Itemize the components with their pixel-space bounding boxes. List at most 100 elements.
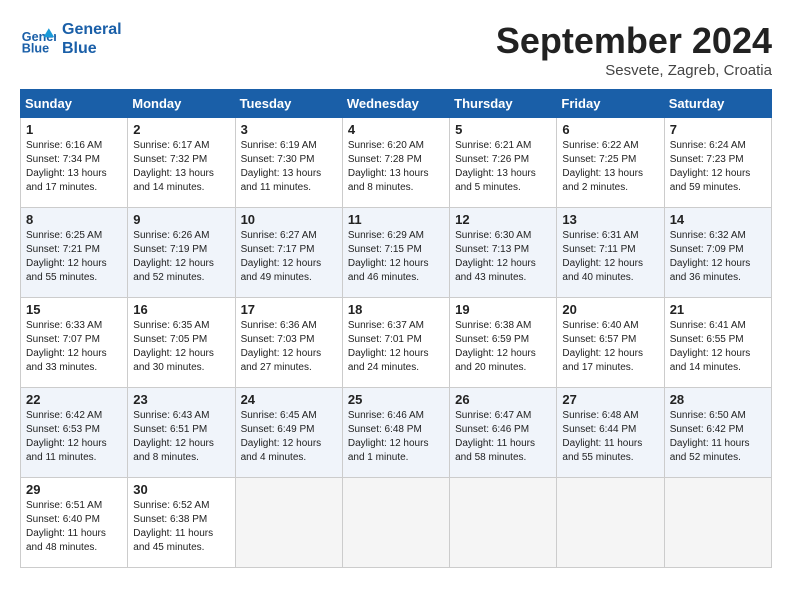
- day-info: Sunrise: 6:50 AMSunset: 6:42 PMDaylight:…: [670, 409, 766, 465]
- calendar-cell: 12Sunrise: 6:30 AMSunset: 7:13 PMDayligh…: [450, 208, 557, 298]
- logo-icon: General Blue: [20, 21, 56, 57]
- day-number: 24: [241, 392, 337, 407]
- day-number: 10: [241, 212, 337, 227]
- day-number: 8: [26, 212, 122, 227]
- day-number: 6: [562, 122, 658, 137]
- day-info: Sunrise: 6:42 AMSunset: 6:53 PMDaylight:…: [26, 409, 122, 465]
- calendar-cell: 5 Sunrise: 6:21 AMSunset: 7:26 PMDaylight…: [450, 118, 557, 208]
- title-block: September 2024 Sesvete, Zagreb, Croatia: [496, 20, 772, 79]
- calendar-cell: 22 Sunrise: 6:42 AMSunset: 6:53 PMDayligh…: [21, 388, 128, 478]
- day-number: 30: [133, 482, 229, 497]
- calendar-cell: 19 Sunrise: 6:38 AMSunset: 6:59 PMDayligh…: [450, 298, 557, 388]
- calendar-cell: 23 Sunrise: 6:43 AMSunset: 6:51 PMDayligh…: [128, 388, 235, 478]
- day-number: 20: [562, 302, 658, 317]
- calendar-week-5: 29 Sunrise: 6:51 AMSunset: 6:40 PMDayligh…: [21, 478, 772, 568]
- day-number: 2: [133, 122, 229, 137]
- column-header-monday: Monday: [128, 90, 235, 118]
- day-info: Sunrise: 6:27 AMSunset: 7:17 PMDaylight:…: [241, 229, 337, 285]
- day-number: 23: [133, 392, 229, 407]
- day-number: 26: [455, 392, 551, 407]
- calendar-cell: 29 Sunrise: 6:51 AMSunset: 6:40 PMDayligh…: [21, 478, 128, 568]
- day-info: Sunrise: 6:22 AMSunset: 7:25 PMDaylight:…: [562, 139, 658, 195]
- location: Sesvete, Zagreb, Croatia: [496, 62, 772, 79]
- column-header-saturday: Saturday: [664, 90, 771, 118]
- calendar-cell: [450, 478, 557, 568]
- day-number: 9: [133, 212, 229, 227]
- calendar-cell: [557, 478, 664, 568]
- logo: General Blue General Blue: [20, 20, 122, 58]
- day-info: Sunrise: 6:25 AMSunset: 7:21 PMDaylight:…: [26, 229, 122, 285]
- calendar-cell: [342, 478, 449, 568]
- day-info: Sunrise: 6:21 AMSunset: 7:26 PMDaylight:…: [455, 139, 551, 195]
- calendar-cell: 7Sunrise: 6:24 AMSunset: 7:23 PMDaylight…: [664, 118, 771, 208]
- day-number: 13: [562, 212, 658, 227]
- calendar-cell: 4Sunrise: 6:20 AMSunset: 7:28 PMDaylight…: [342, 118, 449, 208]
- calendar-cell: 13 Sunrise: 6:31 AMSunset: 7:11 PMDayligh…: [557, 208, 664, 298]
- day-info: Sunrise: 6:31 AMSunset: 7:11 PMDaylight:…: [562, 229, 658, 285]
- calendar-cell: 14 Sunrise: 6:32 AMSunset: 7:09 PMDayligh…: [664, 208, 771, 298]
- day-info: Sunrise: 6:52 AMSunset: 6:38 PMDaylight:…: [133, 499, 229, 555]
- day-info: Sunrise: 6:16 AMSunset: 7:34 PMDaylight:…: [26, 139, 122, 195]
- calendar-cell: 3 Sunrise: 6:19 AMSunset: 7:30 PMDaylight…: [235, 118, 342, 208]
- day-number: 22: [26, 392, 122, 407]
- calendar-cell: 9Sunrise: 6:26 AMSunset: 7:19 PMDaylight…: [128, 208, 235, 298]
- day-number: 15: [26, 302, 122, 317]
- day-number: 11: [348, 212, 444, 227]
- calendar-table: SundayMondayTuesdayWednesdayThursdayFrid…: [20, 89, 772, 568]
- calendar-body: 1Sunrise: 6:16 AMSunset: 7:34 PMDaylight…: [21, 118, 772, 568]
- calendar-cell: 28 Sunrise: 6:50 AMSunset: 6:42 PMDayligh…: [664, 388, 771, 478]
- calendar-cell: [235, 478, 342, 568]
- day-number: 29: [26, 482, 122, 497]
- calendar-cell: 25Sunrise: 6:46 AMSunset: 6:48 PMDayligh…: [342, 388, 449, 478]
- calendar-cell: 24Sunrise: 6:45 AMSunset: 6:49 PMDayligh…: [235, 388, 342, 478]
- calendar-cell: [664, 478, 771, 568]
- calendar-cell: 20Sunrise: 6:40 AMSunset: 6:57 PMDayligh…: [557, 298, 664, 388]
- column-header-sunday: Sunday: [21, 90, 128, 118]
- day-info: Sunrise: 6:19 AMSunset: 7:30 PMDaylight:…: [241, 139, 337, 195]
- calendar-cell: 21 Sunrise: 6:41 AMSunset: 6:55 PMDayligh…: [664, 298, 771, 388]
- day-info: Sunrise: 6:43 AMSunset: 6:51 PMDaylight:…: [133, 409, 229, 465]
- calendar-cell: 6 Sunrise: 6:22 AMSunset: 7:25 PMDaylight…: [557, 118, 664, 208]
- page-header: General Blue General Blue September 2024…: [20, 20, 772, 79]
- day-number: 25: [348, 392, 444, 407]
- day-info: Sunrise: 6:41 AMSunset: 6:55 PMDaylight:…: [670, 319, 766, 375]
- calendar-cell: 18 Sunrise: 6:37 AMSunset: 7:01 PMDayligh…: [342, 298, 449, 388]
- logo-text: General: [62, 20, 122, 39]
- calendar-week-2: 8 Sunrise: 6:25 AMSunset: 7:21 PMDaylight…: [21, 208, 772, 298]
- calendar-cell: 10 Sunrise: 6:27 AMSunset: 7:17 PMDayligh…: [235, 208, 342, 298]
- day-info: Sunrise: 6:48 AMSunset: 6:44 PMDaylight:…: [562, 409, 658, 465]
- calendar-cell: 11 Sunrise: 6:29 AMSunset: 7:15 PMDayligh…: [342, 208, 449, 298]
- day-number: 4: [348, 122, 444, 137]
- column-header-thursday: Thursday: [450, 90, 557, 118]
- calendar-cell: 30 Sunrise: 6:52 AMSunset: 6:38 PMDayligh…: [128, 478, 235, 568]
- calendar-week-4: 22 Sunrise: 6:42 AMSunset: 6:53 PMDayligh…: [21, 388, 772, 478]
- day-number: 19: [455, 302, 551, 317]
- day-info: Sunrise: 6:37 AMSunset: 7:01 PMDaylight:…: [348, 319, 444, 375]
- day-info: Sunrise: 6:33 AMSunset: 7:07 PMDaylight:…: [26, 319, 122, 375]
- day-info: Sunrise: 6:30 AMSunset: 7:13 PMDaylight:…: [455, 229, 551, 285]
- day-info: Sunrise: 6:47 AMSunset: 6:46 PMDaylight:…: [455, 409, 551, 465]
- day-info: Sunrise: 6:29 AMSunset: 7:15 PMDaylight:…: [348, 229, 444, 285]
- calendar-cell: 15 Sunrise: 6:33 AMSunset: 7:07 PMDayligh…: [21, 298, 128, 388]
- day-number: 28: [670, 392, 766, 407]
- svg-text:Blue: Blue: [22, 42, 49, 56]
- day-info: Sunrise: 6:38 AMSunset: 6:59 PMDaylight:…: [455, 319, 551, 375]
- logo-text2: Blue: [62, 39, 122, 58]
- calendar-header-row: SundayMondayTuesdayWednesdayThursdayFrid…: [21, 90, 772, 118]
- column-header-wednesday: Wednesday: [342, 90, 449, 118]
- day-number: 17: [241, 302, 337, 317]
- day-info: Sunrise: 6:51 AMSunset: 6:40 PMDaylight:…: [26, 499, 122, 555]
- calendar-week-3: 15 Sunrise: 6:33 AMSunset: 7:07 PMDayligh…: [21, 298, 772, 388]
- day-number: 18: [348, 302, 444, 317]
- day-number: 5: [455, 122, 551, 137]
- day-info: Sunrise: 6:32 AMSunset: 7:09 PMDaylight:…: [670, 229, 766, 285]
- column-header-tuesday: Tuesday: [235, 90, 342, 118]
- month-title: September 2024: [496, 20, 772, 62]
- calendar-cell: 16Sunrise: 6:35 AMSunset: 7:05 PMDayligh…: [128, 298, 235, 388]
- day-number: 3: [241, 122, 337, 137]
- day-info: Sunrise: 6:17 AMSunset: 7:32 PMDaylight:…: [133, 139, 229, 195]
- calendar-cell: 17Sunrise: 6:36 AMSunset: 7:03 PMDayligh…: [235, 298, 342, 388]
- calendar-cell: 8 Sunrise: 6:25 AMSunset: 7:21 PMDaylight…: [21, 208, 128, 298]
- day-number: 14: [670, 212, 766, 227]
- day-number: 21: [670, 302, 766, 317]
